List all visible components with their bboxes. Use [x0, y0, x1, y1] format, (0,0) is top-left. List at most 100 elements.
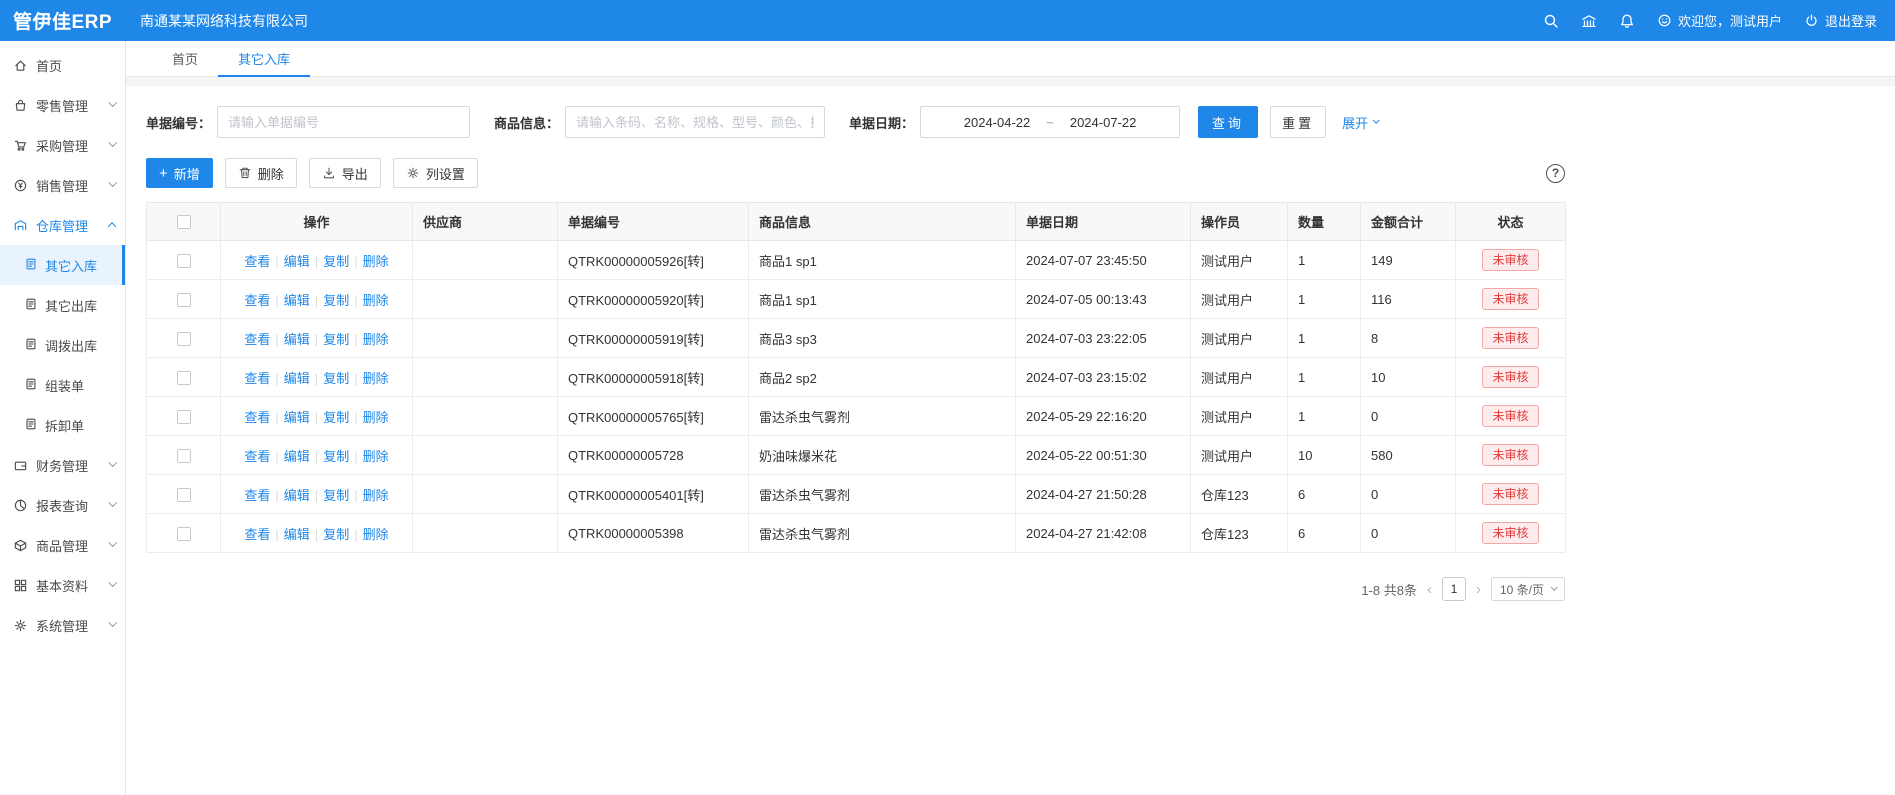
view-link[interactable]: 查看 — [244, 488, 270, 503]
edit-link[interactable]: 编辑 — [284, 527, 310, 542]
add-button[interactable]: + 新增 — [146, 158, 213, 188]
sidebar-item-home[interactable]: 首页 — [0, 45, 125, 85]
col-header-supplier: 供应商 — [413, 203, 558, 241]
row-checkbox[interactable] — [177, 410, 191, 424]
edit-link[interactable]: 编辑 — [284, 332, 310, 347]
operator-cell: 测试用户 — [1191, 319, 1288, 358]
help-icon[interactable]: ? — [1546, 164, 1565, 183]
filter-bar: 单据编号： 商品信息： 单据日期： 2024-04-22 ~ 2024-07-2… — [146, 106, 1875, 138]
delete-link[interactable]: 删除 — [363, 449, 389, 464]
copy-link[interactable]: 复制 — [323, 371, 349, 386]
copy-link[interactable]: 复制 — [323, 410, 349, 425]
view-link[interactable]: 查看 — [244, 527, 270, 542]
bank-icon[interactable] — [1581, 13, 1597, 29]
date-from-value[interactable]: 2024-04-22 — [964, 115, 1031, 130]
action-separator: | — [275, 332, 278, 347]
bell-icon[interactable] — [1619, 13, 1635, 29]
document-icon — [24, 377, 38, 394]
next-page-button[interactable]: › — [1476, 582, 1481, 597]
sidebar-item-label: 首页 — [36, 56, 115, 75]
row-checkbox[interactable] — [177, 293, 191, 307]
order-no-cell: QTRK00000005918[转] — [558, 358, 749, 397]
product-info-input[interactable] — [565, 106, 825, 138]
delete-link[interactable]: 删除 — [363, 410, 389, 425]
sidebar-item-disassembly[interactable]: 拆卸单 — [0, 405, 125, 445]
user-welcome[interactable]: 欢迎您，测试用户 — [1657, 11, 1782, 30]
copy-link[interactable]: 复制 — [323, 449, 349, 464]
copy-link[interactable]: 复制 — [323, 332, 349, 347]
status-cell: 未审核 — [1456, 397, 1566, 436]
edit-link[interactable]: 编辑 — [284, 254, 310, 269]
delete-link[interactable]: 删除 — [363, 254, 389, 269]
row-actions-cell: 查看|编辑|复制|删除 — [221, 280, 413, 319]
row-checkbox[interactable] — [177, 254, 191, 268]
sidebar-item-transfer-outbound[interactable]: 调拨出库 — [0, 325, 125, 365]
row-actions-cell: 查看|编辑|复制|删除 — [221, 475, 413, 514]
sidebar-item-purchase[interactable]: 采购管理 — [0, 125, 125, 165]
delete-link[interactable]: 删除 — [363, 332, 389, 347]
expand-toggle[interactable]: 展开 — [1342, 113, 1378, 132]
copy-link[interactable]: 复制 — [323, 488, 349, 503]
view-link[interactable]: 查看 — [244, 410, 270, 425]
select-all-checkbox[interactable] — [177, 215, 191, 229]
delete-link[interactable]: 删除 — [363, 527, 389, 542]
view-link[interactable]: 查看 — [244, 254, 270, 269]
date-cell: 2024-05-22 00:51:30 — [1016, 436, 1191, 475]
view-link[interactable]: 查看 — [244, 293, 270, 308]
search-icon[interactable] — [1543, 13, 1559, 29]
action-separator: | — [275, 488, 278, 503]
date-cell: 2024-07-05 00:13:43 — [1016, 280, 1191, 319]
copy-link[interactable]: 复制 — [323, 527, 349, 542]
edit-link[interactable]: 编辑 — [284, 410, 310, 425]
reset-button[interactable]: 重置 — [1270, 106, 1326, 138]
search-button[interactable]: 查询 — [1198, 106, 1258, 138]
column-settings-button[interactable]: 列设置 — [393, 158, 478, 188]
row-checkbox[interactable] — [177, 371, 191, 385]
row-actions-cell: 查看|编辑|复制|删除 — [221, 397, 413, 436]
current-page[interactable]: 1 — [1442, 577, 1466, 601]
delete-link[interactable]: 删除 — [363, 293, 389, 308]
view-link[interactable]: 查看 — [244, 332, 270, 347]
date-range-picker[interactable]: 2024-04-22 ~ 2024-07-22 — [920, 106, 1180, 138]
date-to-value[interactable]: 2024-07-22 — [1070, 115, 1137, 130]
delete-link[interactable]: 删除 — [363, 371, 389, 386]
row-checkbox[interactable] — [177, 332, 191, 346]
edit-link[interactable]: 编辑 — [284, 449, 310, 464]
prev-page-button[interactable]: ‹ — [1427, 582, 1432, 597]
sidebar-item-basic-data[interactable]: 基本资料 — [0, 565, 125, 605]
page-size-select[interactable]: 10 条/页 — [1491, 577, 1565, 601]
logout-button[interactable]: 退出登录 — [1804, 11, 1877, 30]
edit-link[interactable]: 编辑 — [284, 371, 310, 386]
sidebar-item-finance[interactable]: 财务管理 — [0, 445, 125, 485]
document-icon — [24, 337, 38, 354]
delete-button[interactable]: 删除 — [225, 158, 297, 188]
delete-link[interactable]: 删除 — [363, 488, 389, 503]
copy-link[interactable]: 复制 — [323, 293, 349, 308]
tab-home[interactable]: 首页 — [152, 41, 218, 76]
sidebar-item-other-outbound[interactable]: 其它出库 — [0, 285, 125, 325]
sidebar-item-assembly[interactable]: 组装单 — [0, 365, 125, 405]
row-checkbox[interactable] — [177, 449, 191, 463]
view-link[interactable]: 查看 — [244, 449, 270, 464]
sidebar-item-system[interactable]: 系统管理 — [0, 605, 125, 645]
edit-link[interactable]: 编辑 — [284, 293, 310, 308]
order-no-input[interactable] — [217, 106, 470, 138]
row-checkbox[interactable] — [177, 488, 191, 502]
product-cell: 雷达杀虫气雾剂 — [749, 514, 1016, 553]
sidebar-item-reports[interactable]: 报表查询 — [0, 485, 125, 525]
chevron-down-icon — [1373, 116, 1380, 123]
sidebar-item-goods[interactable]: 商品管理 — [0, 525, 125, 565]
order-no-cell: QTRK00000005919[转] — [558, 319, 749, 358]
export-button[interactable]: 导出 — [309, 158, 381, 188]
sidebar-item-retail[interactable]: 零售管理 — [0, 85, 125, 125]
copy-link[interactable]: 复制 — [323, 254, 349, 269]
plus-icon: + — [159, 166, 168, 181]
tab-other-inbound[interactable]: 其它入库 — [218, 41, 310, 76]
supplier-cell — [413, 397, 558, 436]
sidebar-item-sales[interactable]: 销售管理 — [0, 165, 125, 205]
sidebar-item-other-inbound[interactable]: 其它入库 — [0, 245, 125, 285]
sidebar-item-warehouse[interactable]: 仓库管理 — [0, 205, 125, 245]
view-link[interactable]: 查看 — [244, 371, 270, 386]
edit-link[interactable]: 编辑 — [284, 488, 310, 503]
row-checkbox[interactable] — [177, 527, 191, 541]
